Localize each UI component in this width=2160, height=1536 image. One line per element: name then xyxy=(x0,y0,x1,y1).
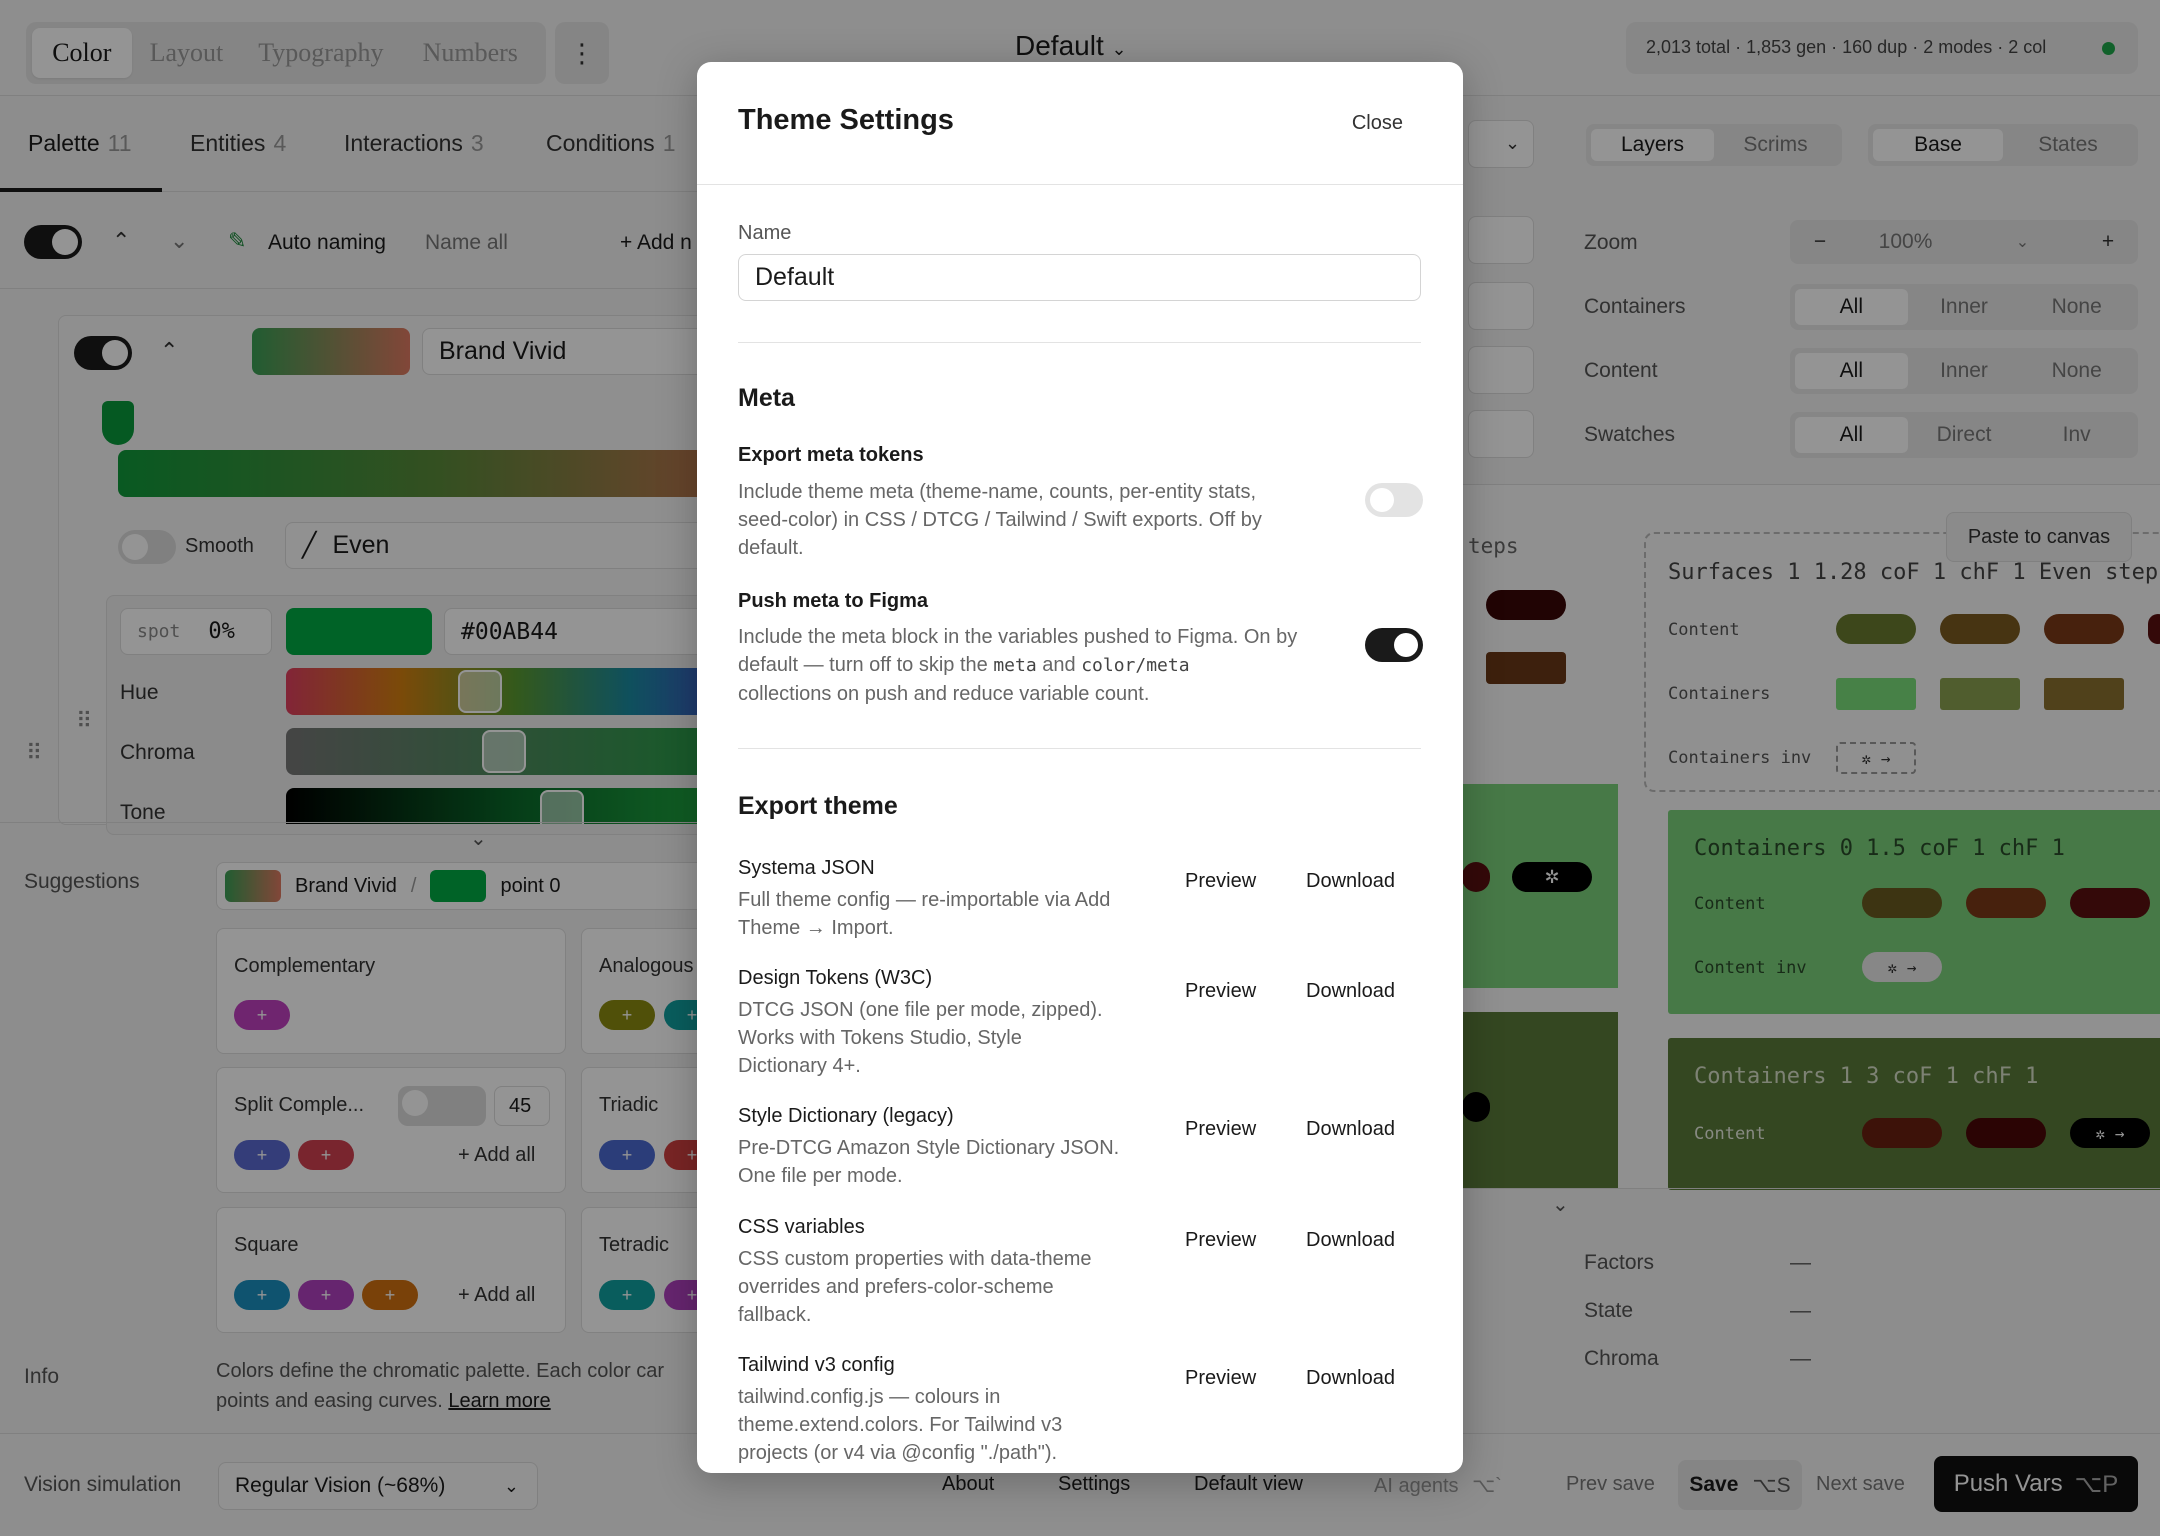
code-meta: meta xyxy=(993,655,1037,676)
desc-line: collections on push and reduce variable … xyxy=(738,683,1150,705)
preview-button[interactable]: Preview xyxy=(1185,980,1256,1003)
preview-button[interactable]: Preview xyxy=(1185,870,1256,893)
desc-line: CSS custom properties with data-theme xyxy=(738,1248,1092,1270)
code-color-meta: color/meta xyxy=(1081,655,1190,676)
theme-name-input[interactable]: Default xyxy=(738,254,1421,301)
export-title: Style Dictionary (legacy) xyxy=(738,1105,954,1127)
meta-heading: Meta xyxy=(738,384,795,412)
desc-text: default — turn off to skip the xyxy=(738,654,988,676)
modal-title: Theme Settings xyxy=(738,104,954,136)
desc-line: DTCG JSON (one file per mode, zipped). xyxy=(738,999,1103,1021)
export-meta-description: Include theme meta (theme-name, counts, … xyxy=(738,478,1338,562)
desc-line: fallback. xyxy=(738,1304,812,1326)
download-button[interactable]: Download xyxy=(1306,870,1395,893)
desc-line: default — turn off to skip the meta and … xyxy=(738,651,1358,680)
push-meta-title: Push meta to Figma xyxy=(738,590,929,612)
desc-line: projects (or v4 via @config "./path"). xyxy=(738,1442,1058,1464)
preview-button[interactable]: Preview xyxy=(1185,1229,1256,1252)
desc-line: Dictionary 4+. xyxy=(738,1055,861,1077)
name-label: Name xyxy=(738,222,792,244)
desc-line: Full theme config — re-importable via Ad… xyxy=(738,889,1111,911)
desc-line: seed-color) in CSS / DTCG / Tailwind / S… xyxy=(738,509,1262,531)
export-description: tailwind.config.js — colours in theme.ex… xyxy=(738,1383,1158,1467)
desc-line: One file per mode. xyxy=(738,1165,903,1187)
divider xyxy=(738,342,1421,343)
desc-line: theme.extend.colors. For Tailwind v3 xyxy=(738,1414,1063,1436)
desc-line: Include the meta block in the variables … xyxy=(738,626,1298,648)
desc-line: Theme → Import. xyxy=(738,917,894,939)
desc-line: overrides and prefers-color-scheme xyxy=(738,1276,1054,1298)
desc-line: Pre-DTCG Amazon Style Dictionary JSON. xyxy=(738,1137,1120,1159)
download-button[interactable]: Download xyxy=(1306,1118,1395,1141)
export-meta-toggle[interactable] xyxy=(1365,483,1423,517)
push-meta-toggle[interactable] xyxy=(1365,628,1423,662)
modal-header: Theme Settings Close xyxy=(697,62,1463,185)
close-button[interactable]: Close xyxy=(1352,112,1403,135)
push-meta-description: Include the meta block in the variables … xyxy=(738,623,1358,708)
export-title: Tailwind v3 config xyxy=(738,1354,895,1376)
preview-button[interactable]: Preview xyxy=(1185,1118,1256,1141)
export-description: Full theme config — re-importable via Ad… xyxy=(738,886,1158,942)
desc-line: Include theme meta (theme-name, counts, … xyxy=(738,481,1257,503)
theme-name-value: Default xyxy=(755,263,835,291)
export-title: CSS variables xyxy=(738,1216,865,1238)
preview-button[interactable]: Preview xyxy=(1185,1367,1256,1390)
export-description: DTCG JSON (one file per mode, zipped). W… xyxy=(738,996,1158,1080)
divider xyxy=(738,748,1421,749)
export-title: Design Tokens (W3C) xyxy=(738,967,933,989)
download-button[interactable]: Download xyxy=(1306,1229,1395,1252)
theme-settings-modal: Theme Settings Close Name Default Meta E… xyxy=(697,62,1463,1473)
download-button[interactable]: Download xyxy=(1306,980,1395,1003)
desc-line: Works with Tokens Studio, Style xyxy=(738,1027,1022,1049)
export-heading: Export theme xyxy=(738,792,898,820)
export-description: CSS custom properties with data-theme ov… xyxy=(738,1245,1158,1329)
desc-line: tailwind.config.js — colours in xyxy=(738,1386,1001,1408)
export-title: Systema JSON xyxy=(738,857,875,879)
download-button[interactable]: Download xyxy=(1306,1367,1395,1390)
export-meta-title: Export meta tokens xyxy=(738,444,924,466)
desc-text: and xyxy=(1042,654,1076,676)
export-description: Pre-DTCG Amazon Style Dictionary JSON. O… xyxy=(738,1134,1158,1190)
desc-line: default. xyxy=(738,537,804,559)
